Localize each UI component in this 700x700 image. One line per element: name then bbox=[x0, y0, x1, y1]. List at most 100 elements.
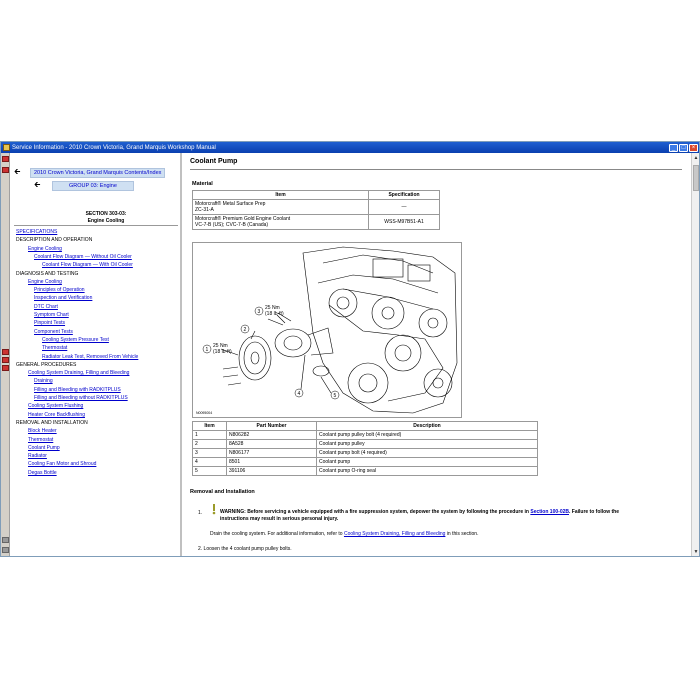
toc-link[interactable]: Coolant Pump bbox=[28, 445, 60, 451]
toc-link[interactable]: DTC Chart bbox=[34, 304, 58, 310]
maximize-button[interactable]: □ bbox=[679, 143, 688, 152]
toc-link[interactable]: Heater Core Backflushing bbox=[28, 412, 85, 418]
part-description: Coolant pump pulley bolt (4 required) bbox=[316, 430, 538, 440]
toc-link[interactable]: Symptom Chart bbox=[34, 312, 69, 318]
table-row: 3 N806177 Coolant pump bolt (4 required) bbox=[192, 448, 538, 458]
part-number: 391106 bbox=[226, 466, 317, 476]
part-item: 4 bbox=[192, 457, 227, 467]
step-2: 2. Loosen the 4 coolant pump pulley bolt… bbox=[198, 546, 292, 552]
scroll-up-icon[interactable]: ▲ bbox=[692, 154, 699, 162]
toolbar-button-1[interactable] bbox=[2, 156, 9, 162]
drain-prefix: Drain the cooling system. For additional… bbox=[210, 531, 344, 537]
toc-link[interactable]: Block Heater bbox=[28, 428, 57, 434]
toc-link[interactable]: Filling and Bleeding with RADKITPLUS bbox=[34, 387, 121, 393]
material-table: Item Specification Motorcraft® Metal Sur… bbox=[192, 190, 440, 230]
part-description: Coolant pump O-ring seal bbox=[316, 466, 538, 476]
table-cell: Motorcraft® Premium Gold Engine Coolant … bbox=[192, 214, 369, 230]
toc-sidebar: 🡰 2010 Crown Victoria, Grand Marquis Con… bbox=[10, 153, 182, 556]
toc-link[interactable]: Degas Bottle bbox=[28, 470, 57, 476]
toolbar-button-3[interactable] bbox=[2, 349, 9, 355]
contents-nav[interactable]: 🡰 2010 Crown Victoria, Grand Marquis Con… bbox=[14, 166, 166, 180]
warning-line-2: instructions may result in serious perso… bbox=[220, 516, 339, 522]
engine-illustration: 1 25 Nm (18 lb-ft) 2 3 25 Nm (18 lb-ft) … bbox=[196, 246, 458, 415]
column-header: Specification bbox=[368, 190, 440, 200]
part-description: Coolant pump pulley bbox=[316, 439, 538, 449]
callout-2: 2 bbox=[244, 327, 247, 333]
toolbar-button-2[interactable] bbox=[2, 167, 9, 173]
torque-sub-3: (18 lb-ft) bbox=[265, 311, 284, 317]
toc-link[interactable]: Cooling Fan Motor and Shroud bbox=[28, 461, 96, 467]
back-arrow-icon[interactable]: 🡰 bbox=[14, 166, 30, 180]
section-heading: SECTION 303-03: Engine Cooling bbox=[56, 211, 156, 225]
toc-heading: REMOVAL AND INSTALLATION bbox=[16, 419, 88, 426]
toc-link[interactable]: Pinpoint Tests bbox=[34, 320, 65, 326]
figure-id: N0095004 bbox=[196, 411, 212, 415]
toolbar-button-5[interactable] bbox=[2, 365, 9, 371]
manual-window: Service Information - 2010 Crown Victori… bbox=[0, 141, 700, 557]
table-row: 4 8501 Coolant pump bbox=[192, 457, 538, 467]
toc-link[interactable]: Radiator bbox=[28, 453, 47, 459]
part-item: 1 bbox=[192, 430, 227, 440]
group-link[interactable]: GROUP 03: Engine bbox=[52, 181, 134, 191]
table-header-row: Item Specification bbox=[192, 190, 440, 200]
toc-heading: DIAGNOSIS AND TESTING bbox=[16, 270, 79, 277]
toc-link[interactable]: Filling and Bleeding without RADKITPLUS bbox=[34, 395, 128, 401]
divider bbox=[14, 225, 178, 226]
toolbar-button-6[interactable] bbox=[2, 537, 9, 543]
column-header: Item bbox=[192, 421, 227, 431]
warning-prefix: WARNING: Before servicing a vehicle equi… bbox=[220, 509, 531, 515]
coolant-pump-diagram: 1 25 Nm (18 lb-ft) 2 3 25 Nm (18 lb-ft) … bbox=[192, 242, 462, 418]
toc-link[interactable]: Draining bbox=[34, 378, 53, 384]
material-spec: WSS-M97B51-A1 bbox=[368, 214, 440, 230]
table-cell: Motorcraft® Metal Surface Prep ZC-31-A bbox=[192, 199, 369, 215]
title-rule bbox=[190, 169, 682, 170]
app-icon bbox=[3, 144, 10, 151]
toc-link[interactable]: SPECIFICATIONS bbox=[16, 229, 57, 235]
step-number: 1. bbox=[198, 510, 203, 516]
window-title: Service Information - 2010 Crown Victori… bbox=[12, 144, 216, 151]
part-number: N806177 bbox=[226, 448, 317, 458]
drain-instruction: Drain the cooling system. For additional… bbox=[210, 531, 478, 537]
toc-link[interactable]: Principles of Operation bbox=[34, 287, 85, 293]
toc-link[interactable]: Engine Cooling bbox=[28, 279, 62, 285]
toolbar-button-4[interactable] bbox=[2, 357, 9, 363]
table-row: 2 8A528 Coolant pump pulley bbox=[192, 439, 538, 449]
vertical-scrollbar[interactable]: ▲ ▼ bbox=[691, 153, 699, 556]
toc-link[interactable]: Coolant Flow Diagram — With Oil Cooler bbox=[42, 262, 133, 268]
group-nav[interactable]: 🡰 GROUP 03: Engine bbox=[14, 179, 134, 193]
toc-link[interactable]: Coolant Flow Diagram — Without Oil Coole… bbox=[34, 254, 132, 260]
warning-text: WARNING: Before servicing a vehicle equi… bbox=[220, 509, 619, 515]
back-arrow-icon[interactable]: 🡰 bbox=[14, 179, 52, 193]
section-number: SECTION 303-03: bbox=[85, 211, 127, 217]
toc-heading: DESCRIPTION AND OPERATION bbox=[16, 237, 93, 244]
table-header-row: Item Part Number Description bbox=[192, 421, 538, 431]
minimize-button[interactable]: _ bbox=[669, 143, 678, 152]
toc-link[interactable]: Cooling System Pressure Test bbox=[42, 337, 109, 343]
toc-link[interactable]: Cooling System Draining, Filling and Ble… bbox=[28, 370, 129, 376]
part-item: 2 bbox=[192, 439, 227, 449]
toc-link[interactable]: Cooling System Flushing bbox=[28, 403, 83, 409]
close-button[interactable]: × bbox=[689, 143, 698, 152]
toolbar-button-7[interactable] bbox=[2, 547, 9, 553]
scroll-down-icon[interactable]: ▼ bbox=[692, 548, 699, 556]
table-row: Motorcraft® Premium Gold Engine Coolant … bbox=[192, 214, 440, 230]
draining-link[interactable]: Cooling System Draining, Filling and Ble… bbox=[344, 531, 445, 537]
column-header: Part Number bbox=[226, 421, 317, 431]
page-title: Coolant Pump bbox=[190, 158, 238, 165]
toc-link[interactable]: Thermostat bbox=[42, 345, 67, 351]
toc-link[interactable]: Inspection and Verification bbox=[34, 295, 92, 301]
toc-link[interactable]: Radiator Leak Test, Removed From Vehicle bbox=[42, 354, 138, 360]
scroll-thumb[interactable] bbox=[693, 165, 699, 191]
part-number: 8501 bbox=[226, 457, 317, 467]
part-item: 3 bbox=[192, 448, 227, 458]
material-spec: — bbox=[368, 199, 440, 215]
section-link[interactable]: Section 100-02B bbox=[530, 509, 569, 515]
callout-5: 5 bbox=[334, 393, 337, 399]
toc-link[interactable]: Engine Cooling bbox=[28, 246, 62, 252]
callout-1: 1 bbox=[206, 347, 209, 353]
drain-suffix: in this section. bbox=[445, 531, 479, 537]
material-heading: Material bbox=[192, 181, 213, 187]
contents-link[interactable]: 2010 Crown Victoria, Grand Marquis Conte… bbox=[30, 168, 166, 178]
toc-link[interactable]: Thermostat bbox=[28, 437, 53, 443]
toc-link[interactable]: Component Tests bbox=[34, 329, 73, 335]
